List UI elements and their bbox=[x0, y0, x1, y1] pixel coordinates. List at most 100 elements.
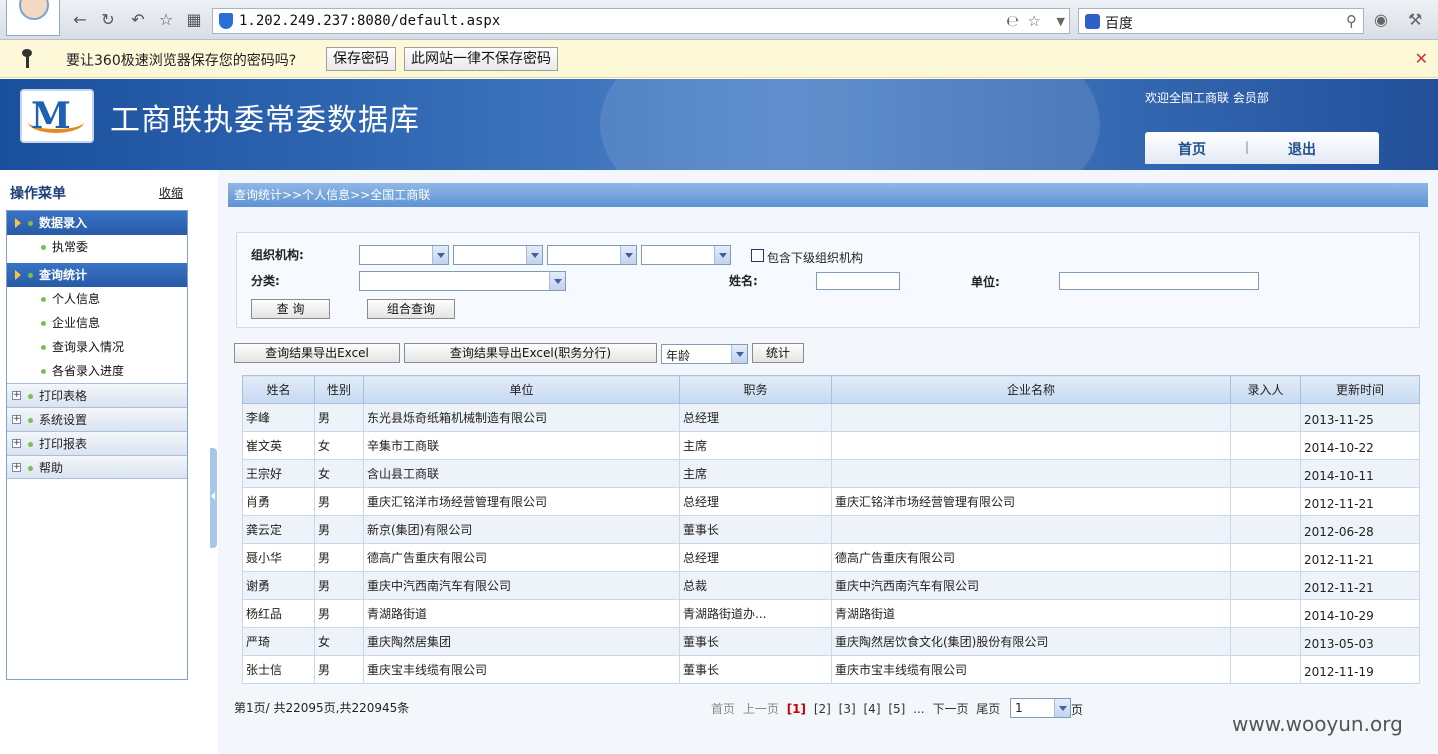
page-link[interactable]: [5] bbox=[888, 702, 905, 716]
ie-mode-icon[interactable]: ℮ bbox=[1006, 12, 1019, 30]
close-icon[interactable]: ✕ bbox=[1415, 49, 1428, 68]
menu-section-help[interactable]: + 帮助 bbox=[7, 455, 187, 479]
table-row[interactable]: 王宗好女含山县工商联 主席 2014-10-11 bbox=[242, 459, 1420, 488]
menu-section-query-stats[interactable]: 查询统计 bbox=[7, 263, 187, 287]
table-row[interactable]: 李峰男东光县烁奇纸箱机械制造有限公司 总经理 2013-11-25 bbox=[242, 403, 1420, 432]
table-row[interactable]: 严琦女重庆陶然居集团 董事长 重庆陶然居饮食文化(集团)股份有限公司 2013-05-… bbox=[242, 627, 1420, 656]
export-excel-button[interactable]: 查询结果导出Excel bbox=[234, 343, 400, 363]
bullet-icon bbox=[28, 394, 33, 399]
org-select-3[interactable] bbox=[547, 245, 637, 265]
column-header[interactable]: 企业名称 bbox=[831, 375, 1231, 404]
search-icon[interactable]: ⚲ bbox=[1346, 12, 1357, 30]
nav-home-link[interactable]: 首页 bbox=[1178, 139, 1206, 159]
breadcrumb: 查询统计>>个人信息>>全国工商联 bbox=[228, 183, 1428, 207]
page-link[interactable]: [2] bbox=[814, 702, 831, 716]
nav-exit-link[interactable]: 退出 bbox=[1288, 139, 1316, 159]
goto-suffix: 页 bbox=[1071, 703, 1084, 717]
column-header[interactable]: 更新时间 bbox=[1300, 375, 1420, 404]
search-engine-name: 百度 bbox=[1105, 16, 1133, 32]
page-link-current[interactable]: [1] bbox=[787, 702, 806, 716]
table-row[interactable]: 龚云定男新京(集团)有限公司 董事长 2012-06-28 bbox=[242, 515, 1420, 544]
bullet-icon bbox=[28, 442, 33, 447]
query-button[interactable]: 查 询 bbox=[251, 299, 330, 319]
org-select-2[interactable] bbox=[453, 245, 543, 265]
page-link[interactable]: [3] bbox=[839, 702, 856, 716]
page-goto-select[interactable]: 1 bbox=[1010, 698, 1071, 718]
expanded-arrow-icon bbox=[15, 270, 21, 280]
cell-unit: 德高广告重庆有限公司 bbox=[363, 543, 680, 572]
page-goto-value: 1 bbox=[1015, 701, 1023, 715]
sidebar-collapse-link[interactable]: 收缩 bbox=[159, 184, 183, 201]
table-row[interactable]: 杨红品男青湖路街道 青湖路街道办... 青湖路街道 2014-10-29 bbox=[242, 599, 1420, 628]
org-select-1[interactable] bbox=[359, 245, 449, 265]
grid-apps-icon[interactable]: ▦ bbox=[184, 10, 204, 30]
user-avatar[interactable] bbox=[6, 0, 60, 36]
search-box[interactable]: 百度 ⚲ bbox=[1078, 8, 1364, 34]
top-nav: 首页 | 退出 bbox=[1145, 132, 1379, 164]
menu-section-print-table[interactable]: + 打印表格 bbox=[7, 383, 187, 407]
cell-position: 董事长 bbox=[679, 515, 832, 544]
page-link[interactable]: [4] bbox=[864, 702, 881, 716]
stat-field-select[interactable]: 年龄 bbox=[661, 344, 748, 364]
cell-gender: 男 bbox=[314, 487, 364, 516]
menu-section-system-settings[interactable]: + 系统设置 bbox=[7, 407, 187, 431]
name-input[interactable] bbox=[816, 272, 900, 290]
table-header-row: 姓名 性别 单位 职务 企业名称 录入人 更新时间 bbox=[242, 375, 1420, 404]
reload-icon[interactable]: ↻ bbox=[98, 10, 118, 30]
save-password-button[interactable]: 保存密码 bbox=[326, 47, 396, 71]
table-row[interactable]: 崔文英女辛集市工商联 主席 2014-10-22 bbox=[242, 431, 1420, 460]
first-page-link[interactable]: 首页 bbox=[711, 702, 735, 716]
logo: M bbox=[20, 89, 94, 143]
favorite-star-icon[interactable]: ☆ bbox=[156, 10, 176, 30]
stat-button[interactable]: 统计 bbox=[752, 343, 804, 363]
menu-item-standing-committee[interactable]: 执常委 bbox=[7, 235, 187, 259]
table-row[interactable]: 肖勇男重庆汇铭洋市场经营管理有限公司 总经理 重庆汇铭洋市场经营管理有限公司 2012… bbox=[242, 487, 1420, 516]
password-prompt-bar: 要让360极速浏览器保存您的密码吗? 保存密码 此网站一律不保存密码 ✕ bbox=[0, 40, 1438, 78]
chevron-down-icon bbox=[714, 246, 730, 264]
last-page-link[interactable]: 尾页 bbox=[976, 702, 1000, 716]
menu-item-personal-info[interactable]: 个人信息 bbox=[7, 287, 187, 311]
menu-item-entry-status[interactable]: 查询录入情况 bbox=[7, 335, 187, 359]
table-row[interactable]: 聂小华男德高广告重庆有限公司 总经理 德高广告重庆有限公司 2012-11-21 bbox=[242, 543, 1420, 572]
bookmark-star-icon[interactable]: ☆ bbox=[1028, 12, 1041, 30]
bullet-icon bbox=[28, 466, 33, 471]
next-page-link[interactable]: 下一页 bbox=[932, 702, 968, 716]
cell-company bbox=[831, 403, 1231, 432]
never-save-password-button[interactable]: 此网站一律不保存密码 bbox=[404, 47, 558, 71]
export-excel-split-button[interactable]: 查询结果导出Excel(职务分行) bbox=[404, 343, 657, 363]
cell-name: 聂小华 bbox=[242, 543, 315, 572]
menu-section-print-report[interactable]: + 打印报表 bbox=[7, 431, 187, 455]
cell-name: 谢勇 bbox=[242, 571, 315, 600]
column-header[interactable]: 录入人 bbox=[1230, 375, 1301, 404]
address-bar[interactable]: 1.202.249.237:8080/default.aspx ℮ ☆ ▼ bbox=[212, 8, 1070, 34]
prev-page-link[interactable]: 上一页 bbox=[743, 702, 779, 716]
menu-item-company-info[interactable]: 企业信息 bbox=[7, 311, 187, 335]
combo-query-button[interactable]: 组合查询 bbox=[367, 299, 455, 319]
column-header[interactable]: 姓名 bbox=[242, 375, 315, 404]
cell-name: 龚云定 bbox=[242, 515, 315, 544]
wrench-icon[interactable]: ⚒ bbox=[1408, 10, 1422, 29]
bullet-icon bbox=[41, 369, 46, 374]
include-sub-org-checkbox[interactable] bbox=[751, 249, 764, 262]
extension-icon[interactable]: ◉ bbox=[1374, 10, 1388, 29]
org-select-4[interactable] bbox=[641, 245, 731, 265]
expand-plus-icon: + bbox=[12, 462, 21, 472]
name-label: 姓名: bbox=[729, 274, 758, 288]
column-header[interactable]: 性别 bbox=[314, 375, 364, 404]
url-dropdown-icon[interactable]: ▼ bbox=[1057, 15, 1065, 28]
column-header[interactable]: 职务 bbox=[679, 375, 832, 404]
column-header[interactable]: 单位 bbox=[363, 375, 680, 404]
table-row[interactable]: 谢勇男重庆中汽西南汽车有限公司 总裁 重庆中汽西南汽车有限公司 2012-11-21 bbox=[242, 571, 1420, 600]
menu-section-data-entry[interactable]: 数据录入 bbox=[7, 211, 187, 235]
expand-plus-icon: + bbox=[12, 414, 21, 424]
menu-item-province-progress[interactable]: 各省录入进度 bbox=[7, 359, 187, 383]
category-select[interactable] bbox=[359, 271, 566, 291]
undo-icon[interactable]: ↶ bbox=[128, 10, 148, 30]
back-icon[interactable]: ← bbox=[70, 10, 90, 30]
table-row[interactable]: 张士信男重庆宝丰线缆有限公司 董事长 重庆市宝丰线缆有限公司 2012-11-19 bbox=[242, 655, 1420, 684]
unit-input[interactable] bbox=[1059, 272, 1259, 290]
cell-updated: 2012-11-19 bbox=[1300, 655, 1420, 684]
cell-position: 总经理 bbox=[679, 403, 832, 432]
sidebar-toggle-handle[interactable] bbox=[210, 448, 217, 548]
cell-entered-by bbox=[1230, 515, 1301, 544]
